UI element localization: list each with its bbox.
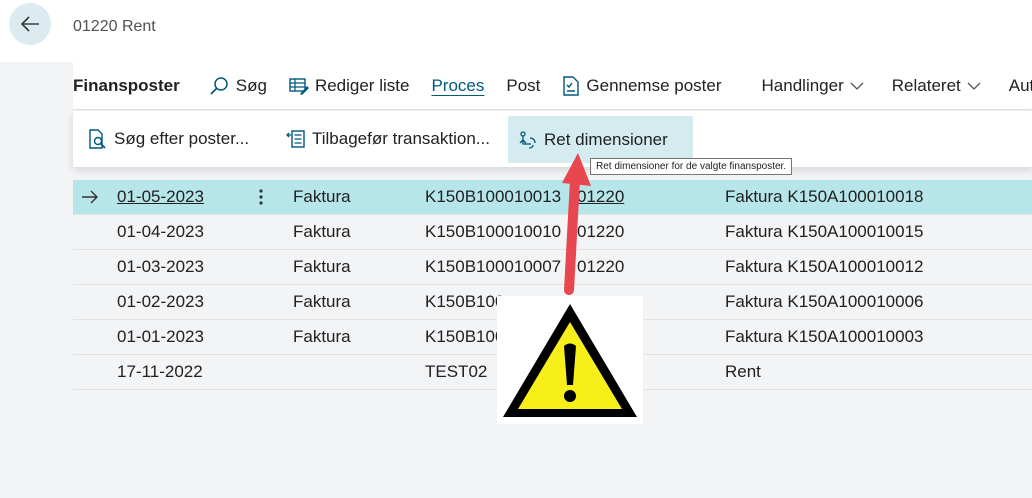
table-row[interactable]: 01-05-2023 Faktura K150B100010013 01220 …: [73, 180, 1032, 215]
description: Rent: [725, 362, 761, 381]
posting-date: 01-04-2023: [117, 222, 204, 241]
document-no: TEST02: [425, 362, 488, 381]
document-no: K150B100010010: [425, 222, 562, 241]
search-icon: [210, 76, 228, 95]
account-no: 01220: [577, 187, 625, 206]
posting-date: 01-03-2023: [117, 257, 204, 276]
description: Faktura K150A100010018: [725, 187, 924, 206]
edit-list-label: Rediger liste: [314, 75, 410, 95]
related-menu[interactable]: Relateret: [892, 62, 987, 109]
page-title: 01220 Rent: [73, 18, 156, 35]
top-bar: 01220 Rent: [0, 0, 1032, 62]
correct-dimensions-label: Ret dimensioner: [544, 129, 668, 149]
review-entries-button[interactable]: Gennemse poster: [562, 62, 722, 109]
action-bar: Finansposter Søg Rediger liste Proces Po…: [73, 62, 1032, 110]
back-button[interactable]: [9, 3, 51, 45]
row-menu-icon[interactable]: [257, 180, 265, 214]
account-no: 01220: [577, 257, 625, 276]
posting-date-link[interactable]: 01-05-2023: [117, 180, 204, 214]
finansposter-caption: Finansposter: [73, 75, 180, 95]
warning-sign: [497, 296, 643, 424]
back-arrow-icon: [20, 16, 39, 32]
search-button-label: Søg: [235, 75, 267, 95]
posting-date: 01-01-2023: [117, 327, 204, 346]
search-button[interactable]: Søg: [208, 62, 267, 109]
document-no: K150B100010013: [425, 187, 562, 206]
automate-menu[interactable]: Aut: [1009, 62, 1032, 109]
document-type: Faktura: [293, 187, 351, 206]
chevron-down-icon: [967, 82, 981, 90]
description: Faktura K150A100010015: [725, 222, 924, 241]
document-type: Faktura: [293, 257, 351, 276]
document-no: K150B100: [425, 327, 505, 346]
posting-date: 01-02-2023: [117, 292, 204, 311]
edit-list-button[interactable]: Rediger liste: [289, 62, 410, 109]
chevron-down-icon: [850, 82, 864, 90]
find-entries-button[interactable]: Søg efter poster...: [88, 111, 249, 167]
description: Faktura K150A100010003: [725, 327, 924, 346]
document-type: Faktura: [293, 222, 351, 241]
document-no: K150B100010007: [425, 257, 562, 276]
correct-dimensions-tooltip: Ret dimensioner for de valgte finanspost…: [590, 158, 793, 175]
related-menu-label: Relateret: [891, 75, 961, 95]
warning-icon: [503, 304, 637, 417]
actions-menu-label: Handlinger: [761, 75, 844, 95]
find-entries-icon: [89, 129, 106, 149]
edit-list-icon: [289, 77, 309, 95]
find-entries-label: Søg efter poster...: [114, 129, 250, 148]
review-entries-icon: [563, 75, 580, 96]
description: Faktura K150A100010012: [725, 257, 924, 276]
posting-date: 17-11-2022: [117, 362, 203, 381]
correct-dimensions-icon: [519, 130, 536, 149]
reverse-transaction-icon: [286, 130, 305, 148]
reverse-transaction-label: Tilbagefør transaktion...: [312, 129, 490, 148]
account-no: 01220: [577, 222, 625, 241]
actions-menu[interactable]: Handlinger: [762, 62, 870, 109]
document-type: Faktura: [293, 292, 351, 311]
table-row[interactable]: 01-04-2023 Faktura K150B100010010 01220 …: [73, 215, 1032, 250]
current-row-arrow-icon: [81, 180, 99, 214]
document-type: Faktura: [293, 327, 351, 346]
tab-post[interactable]: Post: [506, 62, 540, 109]
table-row[interactable]: 01-03-2023 Faktura K150B100010007 01220 …: [73, 250, 1032, 285]
description: Faktura K150A100010006: [725, 292, 924, 311]
reverse-transaction-button[interactable]: Tilbagefør transaktion...: [286, 111, 490, 167]
document-no: K150B100: [425, 292, 505, 311]
tab-proces[interactable]: Proces: [431, 62, 484, 109]
review-entries-label: Gennemse poster: [586, 75, 722, 95]
correct-dimensions-button[interactable]: Ret dimensioner: [508, 116, 693, 163]
proces-subpanel: Søg efter poster... Tilbagefør transakti…: [73, 111, 1032, 167]
